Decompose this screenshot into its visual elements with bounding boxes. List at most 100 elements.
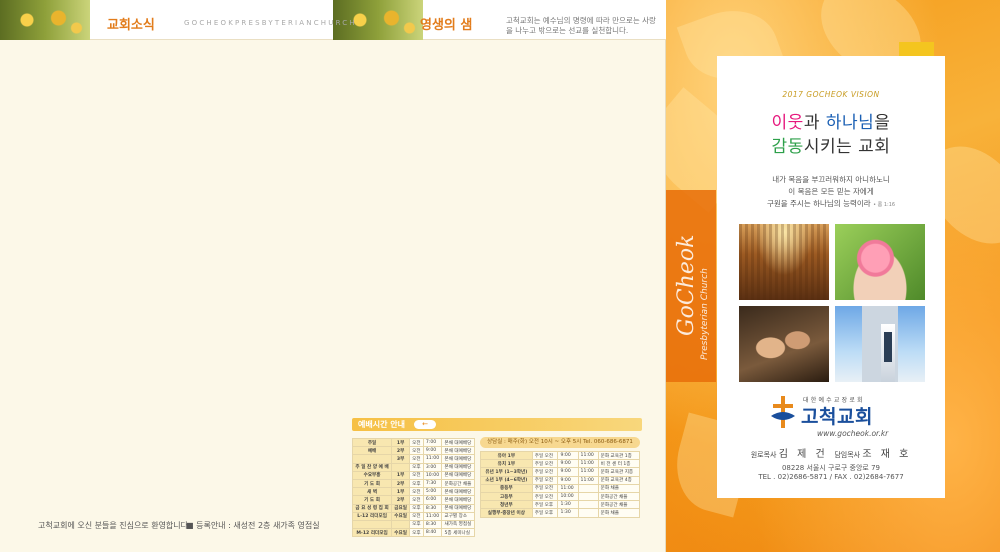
counsel-notice: 상담실 : 매주(화) 오전 10시 ~ 오후 5시 Tel. 060-686-… xyxy=(480,437,640,448)
table-cell: 교구별 장소 xyxy=(441,511,475,521)
table-cell: 8:30 xyxy=(422,519,443,530)
table-cell: 주일 xyxy=(351,437,393,448)
table-cell: 본채 대예배당 xyxy=(441,470,475,480)
table-cell: 본채 대예배당 xyxy=(441,495,475,505)
table-cell: 3:00 xyxy=(422,462,443,472)
table-cell: 수요부흥 xyxy=(351,470,393,480)
table-row: 실행부·중장년 이상 주일 오후 1:30 문화 채플 xyxy=(480,508,641,518)
table-cell: 주일 오후 xyxy=(531,500,559,510)
table-cell: 10:00 xyxy=(422,470,443,480)
table-row: 수요부흥 1부 오전 10:00 본채 대예배당 xyxy=(351,470,475,480)
vision-year: 2017 GOCHEOK VISION xyxy=(782,90,880,99)
table-row: 청년부 주일 오후 1:30 문화공간 채플 xyxy=(480,500,641,510)
pastor-info: 원로목사 김 제 건 담임목사 조 재 호 xyxy=(750,449,912,460)
table-cell: 오전 xyxy=(409,470,424,480)
table-cell: 주일 오전 xyxy=(531,459,559,469)
schedule-header: 예배시간 안내 ← xyxy=(352,418,642,431)
table-cell: 수요일 xyxy=(391,528,411,538)
table-cell: 오전 xyxy=(409,446,424,456)
department-schedule-table: 유아 1부 주일 오전 9:00 11:00 문화 교육관 1층 유치 1부 주일 오전 9:… xyxy=(480,450,641,518)
section-subtitle: GOCHEOKPRESBYTERIANCHURCH xyxy=(184,19,357,27)
table-cell: 수요일 xyxy=(391,511,411,521)
table-cell: 1:30 xyxy=(557,508,579,518)
table-cell: 주일 오전 xyxy=(531,491,559,502)
table-cell: 유치 1부 xyxy=(480,459,533,469)
verse-line: 구원을 주시는 하나님의 능력이라 • 롬 1:16 xyxy=(766,199,896,208)
table-cell: 11:00 xyxy=(557,483,579,493)
table-cell xyxy=(577,491,599,502)
table-row: 유치 1부 주일 오전 9:00 11:00 비 전 센 터 1층 xyxy=(480,459,641,469)
table-cell: 오후 xyxy=(409,503,424,513)
table-cell: 문화공간 채플 xyxy=(597,491,641,502)
table-cell: 본채 대예배당 xyxy=(441,487,475,497)
table-cell: 기 도 회 xyxy=(351,495,393,505)
table-cell: M-12 리더모임 xyxy=(351,528,393,538)
table-cell: 9:00 xyxy=(557,467,579,477)
table-cell: 금요일 xyxy=(391,503,411,513)
table-row: L-12 리더모임 수요일 오전 11:00 교구별 장소 xyxy=(351,511,475,521)
table-cell: 8:30 xyxy=(422,503,443,513)
schedule-title: 예배시간 안내 xyxy=(358,420,405,429)
table-cell: 9:00 xyxy=(557,450,579,461)
table-cell: 본채 대예배당 xyxy=(441,446,475,456)
table-cell: 문화 교육관 1층 xyxy=(597,450,641,461)
table-cell: 3부 xyxy=(391,454,411,464)
table-row: 고등부 주일 오전 10:00 문화공간 채플 xyxy=(480,491,641,502)
table-cell: 7:00 xyxy=(422,437,443,448)
register-info: ■ 등록안내 : 새성전 2층 새가족 영접실 xyxy=(186,521,320,530)
table-cell: 1부 xyxy=(391,487,411,497)
table-cell: 1부 xyxy=(391,470,411,480)
table-cell: 본채 대예배당 xyxy=(441,462,475,472)
church-logo-icon xyxy=(771,396,795,428)
table-cell: 새 벽 xyxy=(351,487,393,497)
table-row: 3부 오전 11:00 본채 대예배당 xyxy=(351,454,475,464)
table-cell: 11:00 xyxy=(577,467,599,477)
table-cell: 5층 세미나실 xyxy=(441,528,475,538)
table-cell xyxy=(577,483,599,493)
table-cell: 2부 xyxy=(391,495,411,505)
table-cell: 문화 교육관 4층 xyxy=(597,475,641,485)
table-cell: 소년 1부 (4~6학년) xyxy=(480,475,533,485)
table-cell: 오전 xyxy=(409,454,424,464)
table-cell: 11:00 xyxy=(577,450,599,461)
table-cell: 문화 채플 xyxy=(597,508,641,518)
slogan-line-1: 이웃과 하나님을 xyxy=(771,113,891,133)
table-cell: 9:00 xyxy=(422,446,443,456)
table-cell: 문화 채플 xyxy=(597,483,641,493)
table-cell: 예배 xyxy=(351,446,393,456)
table-cell: 2부 xyxy=(391,478,411,489)
table-cell: 유아 1부 xyxy=(480,450,533,461)
table-cell: L-12 리더모임 xyxy=(351,511,393,521)
section-title-news: 교회소식 xyxy=(107,18,155,33)
table-cell xyxy=(391,462,411,472)
table-cell: 고등부 xyxy=(480,491,533,502)
table-cell: 주일 오전 xyxy=(531,475,559,485)
verse-line: 내가 복음을 부끄러워하지 아니하노니 xyxy=(772,175,890,184)
table-cell: 오전 xyxy=(409,495,424,505)
table-cell: 유년 1부 (1~3학년) xyxy=(480,467,533,477)
table-cell xyxy=(351,519,393,530)
table-cell: 7:30 xyxy=(422,478,443,489)
table-cell: 2부 xyxy=(391,446,411,456)
table-row: 유아 1부 주일 오전 9:00 11:00 문화 교육관 1층 xyxy=(480,450,641,461)
table-row: 예배 2부 오전 9:00 본채 대예배당 xyxy=(351,446,475,456)
congregation-photo xyxy=(739,224,829,300)
table-cell: 11:00 xyxy=(422,511,443,521)
table-row: 새 벽 1부 오전 5:00 본채 대예배당 xyxy=(351,487,475,497)
table-row: 주일 1부 오전 7:00 본채 대예배당 xyxy=(351,437,475,448)
table-cell: 주일 오전 xyxy=(531,450,559,461)
table-cell: 오전 xyxy=(409,487,424,497)
table-cell: 새가족 영접실 xyxy=(441,519,475,530)
verse-line: 이 복음은 모든 믿는 자에게 xyxy=(788,187,874,196)
table-cell: 1:30 xyxy=(557,500,579,510)
table-cell: 금 요 성 령 집 회 xyxy=(351,503,393,513)
table-cell: 주일 오후 xyxy=(531,508,559,518)
table-cell: 6:00 xyxy=(422,495,443,505)
table-cell: 본채 대예배당 xyxy=(441,454,475,464)
table-row: 오후 8:30 새가족 영접실 xyxy=(351,519,475,530)
table-cell xyxy=(391,519,411,530)
cover-card: 2017 GOCHEOK VISION 이웃과 하나님을 감동시키는 교회 내가… xyxy=(717,56,945,498)
church-name: 고척교회 xyxy=(801,406,873,428)
table-row: 기 도 회 2부 오후 7:30 문화공간 채플 xyxy=(351,478,475,489)
table-cell: 비 전 센 터 1층 xyxy=(597,459,641,469)
